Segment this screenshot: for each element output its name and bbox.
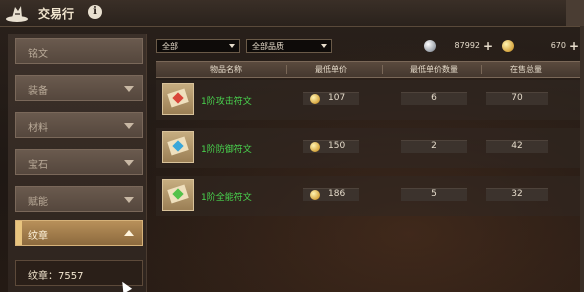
price-cell: 150 bbox=[303, 140, 359, 153]
chevron-up-icon bbox=[124, 230, 134, 236]
rune-scroll-icon bbox=[162, 83, 194, 115]
window-title: 交易行 bbox=[38, 7, 75, 21]
add-silver-button[interactable]: + bbox=[483, 39, 493, 53]
table-row[interactable]: 1阶防御符文 150 2 42 bbox=[156, 128, 581, 168]
sidebar-subitem-label: 纹章：7557 bbox=[28, 271, 84, 282]
price-value: 150 bbox=[328, 141, 346, 151]
gold-coin-icon bbox=[310, 190, 320, 200]
rune-scroll-icon bbox=[162, 179, 194, 211]
active-marker bbox=[16, 221, 22, 245]
chevron-down-icon bbox=[321, 44, 327, 48]
chevron-down-icon bbox=[124, 123, 134, 129]
column-header: 最低单价数量 bbox=[410, 65, 458, 74]
column-header: 最低单价 bbox=[315, 65, 347, 74]
gold-coin-icon bbox=[310, 94, 320, 104]
titlebar-edge bbox=[566, 0, 584, 26]
quantity-cell: 5 bbox=[401, 188, 467, 201]
sidebar-item-label: 铭文 bbox=[28, 49, 48, 60]
silver-coin-icon bbox=[424, 40, 436, 52]
price-cell: 186 bbox=[303, 188, 359, 201]
gold-coin-icon bbox=[502, 40, 514, 52]
item-name: 1阶防御符文 bbox=[201, 145, 252, 155]
category-dropdown-value: 全部 bbox=[162, 42, 178, 51]
title-bar: 交易行 i bbox=[0, 0, 584, 27]
table-row[interactable]: 1阶全能符文 186 5 32 bbox=[156, 176, 581, 216]
sidebar-item-equipment[interactable]: 装备 bbox=[15, 75, 143, 101]
quantity-cell: 6 bbox=[401, 92, 467, 105]
sidebar-item-label: 材料 bbox=[28, 123, 48, 134]
item-name: 1阶攻击符文 bbox=[201, 97, 252, 107]
quality-dropdown-value: 全部品质 bbox=[252, 42, 284, 51]
quantity-value: 5 bbox=[431, 189, 437, 199]
silver-currency: 87992 + bbox=[424, 39, 494, 53]
quantity-value: 6 bbox=[431, 93, 437, 103]
rune-scroll-icon bbox=[162, 131, 194, 163]
category-sidebar: 铭文 装备 材料 宝石 赋能 纹章 纹章：7557 bbox=[8, 34, 147, 292]
add-gold-button[interactable]: + bbox=[569, 39, 579, 53]
sidebar-item-empower[interactable]: 赋能 bbox=[15, 186, 143, 212]
table-header: 物品名称 最低单价 最低单价数量 在售总量 bbox=[156, 61, 581, 78]
trading-window: 交易行 i 铭文 装备 材料 宝石 赋能 纹章 纹章：7557 全部 全部品质 … bbox=[0, 0, 584, 292]
price-value: 186 bbox=[328, 189, 346, 199]
info-icon[interactable]: i bbox=[88, 5, 102, 19]
item-name: 1阶全能符文 bbox=[201, 193, 252, 203]
chevron-down-icon bbox=[124, 86, 134, 92]
price-value: 107 bbox=[328, 93, 346, 103]
stock-value: 42 bbox=[511, 141, 523, 151]
chevron-down-icon bbox=[124, 197, 134, 203]
sidebar-item-label: 赋能 bbox=[28, 197, 48, 208]
stock-cell: 70 bbox=[486, 92, 548, 105]
column-header: 在售总量 bbox=[510, 65, 542, 74]
stock-value: 70 bbox=[511, 93, 523, 103]
sidebar-item-label: 纹章 bbox=[28, 231, 48, 242]
sidebar-item-label: 装备 bbox=[28, 86, 48, 97]
stock-value: 32 bbox=[511, 189, 523, 199]
sidebar-item-label: 宝石 bbox=[28, 160, 48, 171]
quantity-cell: 2 bbox=[401, 140, 467, 153]
stock-cell: 42 bbox=[486, 140, 548, 153]
category-dropdown[interactable]: 全部 bbox=[156, 39, 240, 53]
hat-logo-icon bbox=[6, 6, 28, 22]
chevron-down-icon bbox=[124, 160, 134, 166]
gold-currency: 670 + bbox=[502, 39, 579, 53]
quantity-value: 2 bbox=[431, 141, 437, 151]
price-cell: 107 bbox=[303, 92, 359, 105]
chevron-down-icon bbox=[229, 44, 235, 48]
silver-amount: 87992 bbox=[454, 41, 480, 50]
sidebar-item-emblem[interactable]: 纹章 bbox=[15, 220, 143, 246]
sidebar-item-materials[interactable]: 材料 bbox=[15, 112, 143, 138]
table-row[interactable]: 1阶攻击符文 107 6 70 bbox=[156, 80, 581, 120]
quality-dropdown[interactable]: 全部品质 bbox=[246, 39, 332, 53]
gold-amount: 670 bbox=[550, 41, 566, 50]
sidebar-item-gems[interactable]: 宝石 bbox=[15, 149, 143, 175]
column-header: 物品名称 bbox=[210, 65, 242, 74]
gold-coin-icon bbox=[310, 142, 320, 152]
stock-cell: 32 bbox=[486, 188, 548, 201]
sidebar-item-inscription[interactable]: 铭文 bbox=[15, 38, 143, 64]
window-edge bbox=[580, 26, 584, 292]
